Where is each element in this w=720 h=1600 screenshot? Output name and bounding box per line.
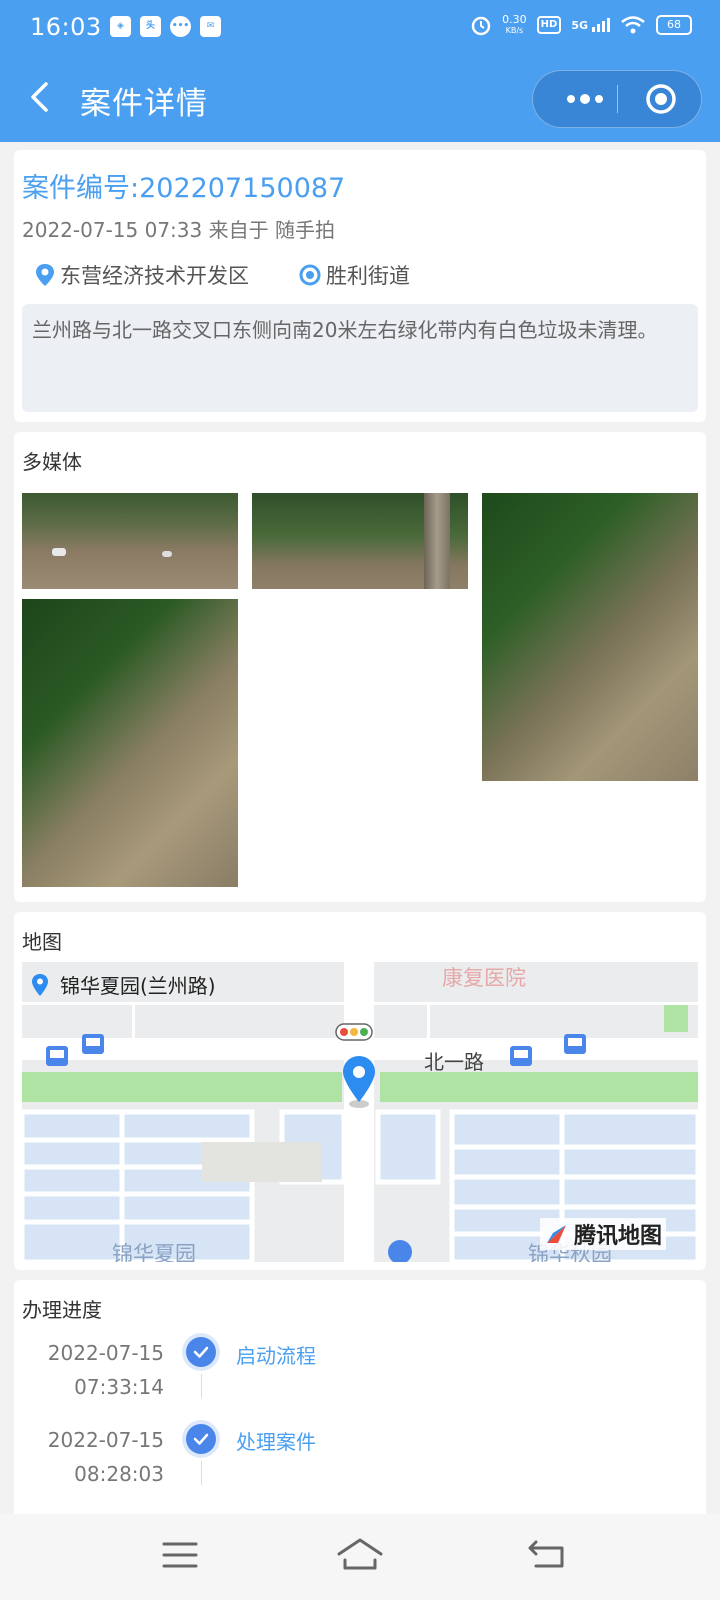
case-source-prefix: 来自于 bbox=[208, 218, 269, 242]
miniprogram-capsule bbox=[532, 70, 702, 128]
timeline-check-icon bbox=[186, 1337, 216, 1367]
timeline-date-2: 2022-07-15 08:28:03 bbox=[14, 1423, 164, 1491]
app-notification-icon: ◈ bbox=[110, 16, 131, 37]
media-section-title: 多媒体 bbox=[22, 450, 82, 474]
street-label: 胜利街道 bbox=[326, 264, 410, 288]
menu-icon[interactable] bbox=[162, 1540, 198, 1570]
case-source: 随手拍 bbox=[274, 218, 335, 242]
status-bar: 16:03 ◈ 头 ••• ✉ 0.30 KB/s HD 5G 68 bbox=[0, 0, 720, 56]
map-logo-text: 腾讯地图 bbox=[574, 1224, 663, 1249]
home-icon[interactable] bbox=[336, 1536, 384, 1572]
system-indicators: 0.30 KB/s HD 5G 68 bbox=[470, 14, 692, 36]
step-time: 07:33:14 bbox=[74, 1375, 164, 1399]
map-view[interactable]: 锦华夏园(兰州路) 康复医院 北一路 锦华夏园 锦华秋园 腾讯地图 bbox=[22, 962, 698, 1262]
header-bar: 16:03 ◈ 头 ••• ✉ 0.30 KB/s HD 5G 68 案件详情 bbox=[0, 0, 720, 142]
net-speed-value: 0.30 bbox=[502, 13, 527, 26]
map-canvas bbox=[22, 962, 698, 1262]
media-photo-2[interactable] bbox=[252, 493, 468, 589]
status-time: 16:03 bbox=[30, 13, 102, 41]
timeline-step-label[interactable]: 启动流程 bbox=[236, 1340, 316, 1369]
case-street: 胜利街道 bbox=[298, 260, 410, 290]
target-location-icon bbox=[299, 264, 321, 286]
media-photo-3[interactable] bbox=[482, 493, 698, 781]
wifi-icon bbox=[621, 16, 645, 34]
chat-notification-icon: ••• bbox=[170, 16, 191, 37]
map-poi-bottom-left: 锦华夏园 bbox=[112, 1242, 196, 1262]
tencent-map-logo-icon bbox=[547, 1225, 566, 1243]
map-poi-hospital: 康复医院 bbox=[442, 966, 526, 990]
timeline-step-label[interactable]: 处理案件 bbox=[236, 1426, 316, 1455]
progress-card: 办理进度 2022-07-15 07:33:14 启动流程 2022-07-15… bbox=[14, 1280, 706, 1514]
capsule-divider bbox=[617, 85, 618, 113]
close-miniprogram-icon[interactable] bbox=[645, 83, 677, 115]
map-section-title: 地图 bbox=[22, 930, 62, 954]
back-arrow-icon[interactable] bbox=[24, 80, 58, 114]
mail-notification-icon: ✉ bbox=[200, 16, 221, 37]
map-provider-logo: 腾讯地图 bbox=[540, 1218, 667, 1250]
case-number: 案件编号:202207150087 bbox=[22, 173, 346, 204]
media-photo-1[interactable] bbox=[22, 493, 238, 589]
case-info-card: 案件编号:202207150087 2022-07-15 07:33 来自于 随… bbox=[14, 150, 706, 422]
hd-badge: HD bbox=[536, 16, 562, 34]
timeline-connector bbox=[201, 1461, 202, 1485]
timeline-connector bbox=[201, 1374, 202, 1398]
map-card: 地图 锦华夏园(兰州路) 康复医院 北一路 锦华夏园 锦华秋园 腾讯地图 bbox=[14, 912, 706, 1270]
map-road-label: 北一路 bbox=[424, 1050, 484, 1074]
timeline-date-1: 2022-07-15 07:33:14 bbox=[14, 1336, 164, 1404]
location-pin-icon bbox=[36, 264, 54, 286]
location-pin-icon bbox=[32, 973, 48, 996]
battery-indicator: 68 bbox=[656, 15, 692, 35]
media-card: 多媒体 bbox=[14, 432, 706, 902]
system-nav-bar bbox=[0, 1514, 720, 1600]
signal-icon: 5G bbox=[571, 18, 610, 32]
step-date: 2022-07-15 bbox=[47, 1341, 164, 1365]
network-type: 5G bbox=[571, 19, 588, 32]
nav-bar: 案件详情 bbox=[0, 56, 720, 142]
district-label: 东营经济技术开发区 bbox=[60, 264, 249, 288]
net-speed: 0.30 KB/s bbox=[502, 14, 527, 36]
more-options-icon[interactable] bbox=[555, 71, 615, 127]
alarm-icon bbox=[471, 16, 491, 36]
media-photo-4[interactable] bbox=[22, 599, 238, 887]
map-location-label: 锦华夏园(兰州路) bbox=[30, 970, 216, 999]
news-notification-icon: 头 bbox=[140, 16, 161, 37]
back-icon[interactable] bbox=[528, 1538, 568, 1570]
map-location-name: 锦华夏园(兰州路) bbox=[60, 974, 216, 998]
step-time: 08:28:03 bbox=[74, 1462, 164, 1486]
case-datetime: 2022-07-15 07:33 bbox=[22, 218, 203, 242]
notification-icons: ◈ 头 ••• ✉ bbox=[110, 16, 221, 37]
net-speed-unit: KB/s bbox=[505, 26, 524, 35]
case-meta: 2022-07-15 07:33 来自于 随手拍 bbox=[22, 214, 335, 243]
case-description: 兰州路与北一路交叉口东侧向南20米左右绿化带内有白色垃圾未清理。 bbox=[22, 304, 698, 412]
page-title: 案件详情 bbox=[80, 86, 208, 122]
progress-section-title: 办理进度 bbox=[22, 1298, 102, 1322]
step-date: 2022-07-15 bbox=[47, 1428, 164, 1452]
case-district: 东营经济技术开发区 bbox=[34, 260, 249, 290]
timeline-check-icon bbox=[186, 1424, 216, 1454]
